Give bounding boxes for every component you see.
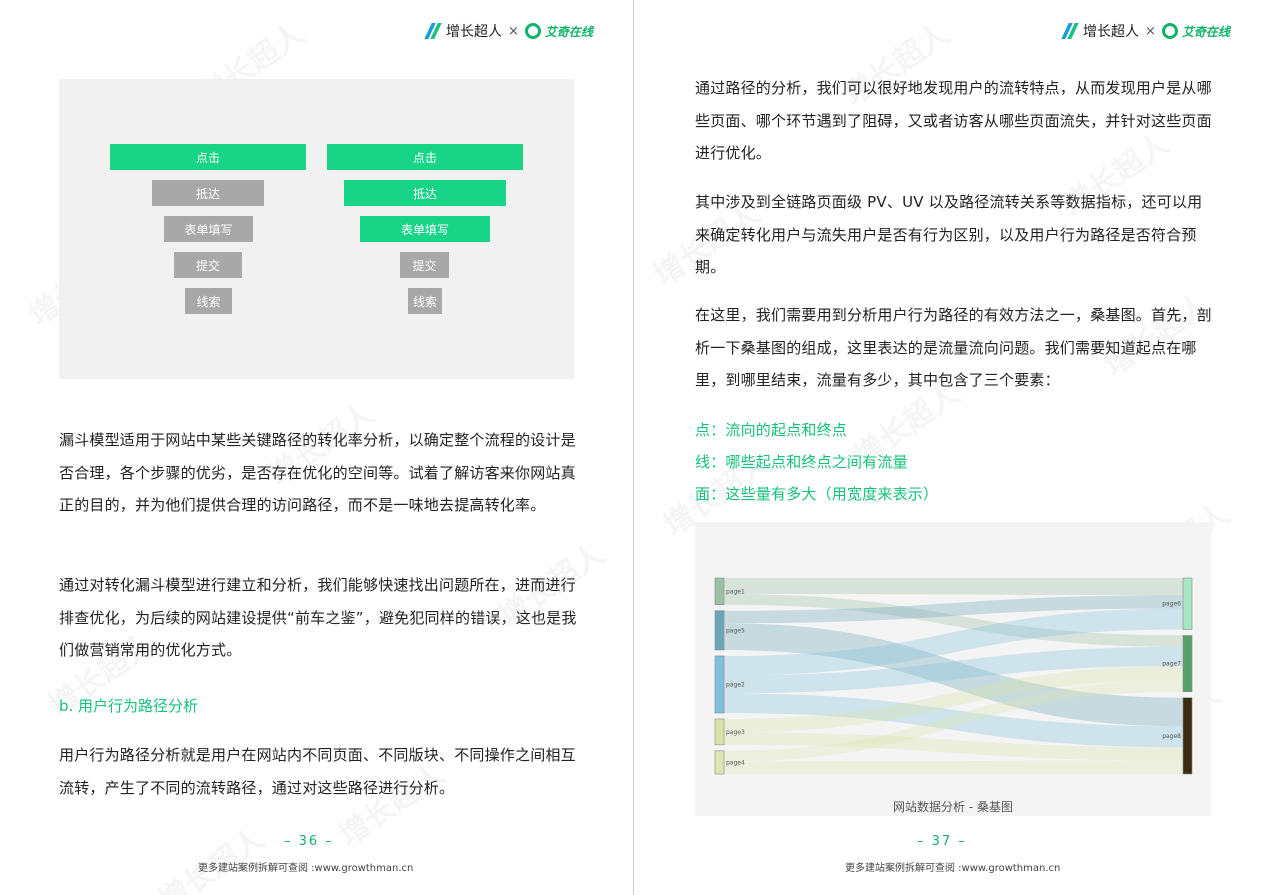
paragraph: 其中涉及到全链路页面级 PV、UV 以及路径流转关系等数据指标，还可以用来确定转… bbox=[695, 193, 1203, 276]
sankey-label-page7: page7 bbox=[1162, 661, 1181, 668]
funnel-right-step: 线索 bbox=[408, 288, 442, 314]
sankey-node-page8 bbox=[1182, 697, 1193, 775]
growthman-logo-icon bbox=[1061, 23, 1079, 39]
sankey-chart: page1 page5 page2 page3 page4 page6 page7 page8 bbox=[714, 577, 1193, 775]
aiqi-logo-icon bbox=[524, 23, 541, 39]
brand-main: 增长超人 bbox=[1083, 24, 1139, 40]
sankey-link-page4-page8 bbox=[724, 760, 1183, 774]
watermark: 增长超人 bbox=[148, 815, 272, 895]
sankey-caption: 网站数据分析 - 桑基图 bbox=[893, 800, 1013, 814]
sankey-link-page1-page6 bbox=[724, 578, 1183, 596]
right-page: 增长超人 增长超人 增长超人 增长超人 增长超人 增长超人 增长超人 增长超人 … bbox=[635, 0, 1268, 895]
page-number: – 36 – bbox=[284, 834, 334, 849]
funnel-left-step: 点击 bbox=[110, 144, 306, 170]
page-number: – 37 – bbox=[917, 834, 967, 849]
brand-partner: 艾奇在线 bbox=[544, 24, 593, 39]
sankey-node-page4 bbox=[714, 750, 725, 775]
point-item: 线：哪些起点和终点之间有流量 bbox=[695, 453, 908, 471]
footer-text: 更多建站案例拆解可查阅 :www.growthman.cn bbox=[845, 863, 1061, 874]
section-heading: b. 用户行为路径分析 bbox=[59, 697, 199, 715]
paragraph: 在这里，我们需要用到分析用户行为路径的有效方法之一，桑基图。首先，剖析一下桑基图… bbox=[695, 306, 1212, 389]
sankey-label-page4: page4 bbox=[726, 759, 745, 766]
paragraph: 通过路径的分析，我们可以很好地发现用户的流转特点，从而发现用户是从哪些页面、哪个… bbox=[695, 79, 1212, 162]
growthman-logo-icon bbox=[424, 23, 442, 39]
funnel-right-step: 点击 bbox=[327, 144, 523, 170]
funnel-right-step: 表单填写 bbox=[360, 216, 490, 242]
left-page: 增长超人 增长超人 增长超人 增长超人 增长超人 增长超人 增长超人 增长超人 … bbox=[0, 0, 634, 895]
brand-main: 增长超人 bbox=[446, 24, 502, 40]
sankey-figure: page1 page5 page2 page3 page4 page6 page7 page8… bbox=[695, 522, 1211, 816]
sankey-node-page3 bbox=[714, 718, 725, 746]
paragraph: 用户行为路径分析就是用户在网站内不同页面、不同版块、不同操作之间相互流转，产生了… bbox=[59, 746, 576, 797]
footer-text: 更多建站案例拆解可查阅 :www.growthman.cn bbox=[198, 863, 414, 874]
funnel-right-step: 抵达 bbox=[344, 180, 506, 206]
brand-separator: × bbox=[508, 23, 519, 39]
paragraph: 通过对转化漏斗模型进行建立和分析，我们能够快速找出问题所在，进而进行排查优化，为… bbox=[59, 576, 577, 659]
funnel-left-step: 抵达 bbox=[152, 180, 264, 206]
funnel-left-step: 提交 bbox=[174, 252, 242, 278]
funnel-left-step: 线索 bbox=[185, 288, 232, 314]
sankey-label-page5: page5 bbox=[726, 627, 745, 634]
sankey-node-page5 bbox=[714, 610, 725, 651]
sankey-label-page2: page2 bbox=[726, 681, 745, 688]
sankey-label-page8: page8 bbox=[1162, 733, 1181, 740]
sankey-label-page1: page1 bbox=[726, 588, 745, 595]
brand-partner: 艾奇在线 bbox=[1181, 24, 1230, 39]
sankey-node-page6 bbox=[1182, 577, 1193, 630]
sankey-node-page7 bbox=[1182, 635, 1193, 693]
funnel-left-step: 表单填写 bbox=[164, 216, 253, 242]
point-item: 点：流向的起点和终点 bbox=[695, 421, 848, 439]
sankey-label-page6: page6 bbox=[1162, 601, 1181, 608]
funnel-right-step: 提交 bbox=[400, 252, 449, 278]
funnel-figure: 点击 抵达 表单填写 提交 线索 点击 抵达 表单填写 提交 线索 bbox=[59, 79, 574, 379]
aiqi-logo-icon bbox=[1161, 23, 1178, 39]
point-item: 面：这些量有多大（用宽度来表示） bbox=[695, 485, 939, 503]
sankey-label-page3: page3 bbox=[726, 729, 745, 736]
brand-separator: × bbox=[1145, 23, 1156, 39]
paragraph: 漏斗模型适用于网站中某些关键路径的转化率分析，以确定整个流程的设计是否合理，各个… bbox=[59, 431, 576, 514]
header-brand: 增长超人 × 艾奇在线 bbox=[1061, 20, 1230, 42]
sankey-node-page2 bbox=[714, 655, 725, 714]
header-brand: 增长超人 × 艾奇在线 bbox=[424, 20, 593, 42]
sankey-node-page1 bbox=[714, 577, 725, 606]
